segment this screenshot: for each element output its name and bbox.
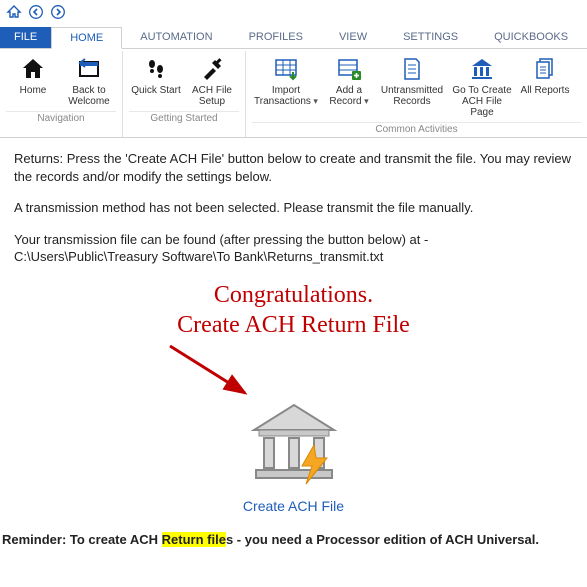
tools-icon (199, 55, 225, 83)
reminder-pre: Reminder: To create ACH (2, 532, 162, 547)
stacked-docs-icon (532, 55, 558, 83)
congrats-annotation: Congratulations. Create ACH Return File (0, 280, 587, 400)
ribbon-group-common: Import Transactions Add a Record Untrans… (246, 51, 587, 137)
ribbon-label: Untransmitted Records (380, 85, 444, 107)
tab-automation[interactable]: AUTOMATION (122, 27, 230, 48)
ribbon-group-label: Common Activities (252, 122, 581, 135)
instruction-para-3: Your transmission file can be found (aft… (14, 231, 573, 266)
ribbon-quick-start-button[interactable]: Quick Start (129, 53, 183, 109)
ribbon-label: Go To Create ACH File Page (450, 85, 514, 118)
congrats-line1: Congratulations. (0, 280, 587, 310)
ribbon-add-record-button[interactable]: Add a Record (322, 53, 376, 120)
tab-file[interactable]: FILE (0, 27, 51, 48)
ribbon: Home Back to Welcome Navigation Quick St… (0, 49, 587, 138)
add-record-icon (336, 55, 362, 83)
reminder-note: Reminder: To create ACH Return files - y… (0, 528, 587, 553)
bank-icon (469, 55, 495, 83)
ribbon-home-button[interactable]: Home (6, 53, 60, 109)
ribbon-group-navigation: Home Back to Welcome Navigation (0, 51, 123, 137)
quick-access-toolbar (0, 0, 587, 27)
instruction-para-2: A transmission method has not been selec… (14, 199, 573, 217)
forward-icon[interactable] (50, 4, 66, 23)
home-icon[interactable] (6, 4, 22, 23)
house-icon (20, 55, 46, 83)
congrats-line2: Create ACH Return File (0, 310, 587, 340)
arrow-icon (150, 338, 350, 408)
tab-quickbooks[interactable]: QUICKBOOKS (476, 27, 586, 48)
ribbon-label: All Reports (521, 85, 570, 96)
ribbon-label: Import Transactions (254, 85, 318, 107)
ribbon-group-label: Navigation (6, 111, 116, 124)
ribbon-label: Add a Record (324, 85, 374, 107)
ribbon-label: Quick Start (131, 85, 180, 96)
ribbon-ach-setup-button[interactable]: ACH File Setup (185, 53, 239, 109)
tab-view[interactable]: VIEW (321, 27, 385, 48)
footsteps-icon (143, 55, 169, 83)
reminder-highlight: Return file (162, 532, 226, 547)
ribbon-goto-create-button[interactable]: Go To Create ACH File Page (448, 53, 516, 120)
tab-home[interactable]: HOME (51, 27, 122, 49)
create-ach-file-button[interactable]: Create ACH File (204, 400, 384, 514)
tab-profiles[interactable]: PROFILES (231, 27, 321, 48)
grid-import-icon (273, 55, 299, 83)
ribbon-group-label: Getting Started (129, 111, 239, 124)
document-lines-icon (399, 55, 425, 83)
ribbon-all-reports-button[interactable]: All Reports (518, 53, 572, 120)
ribbon-back-button[interactable]: Back to Welcome (62, 53, 116, 109)
back-welcome-icon (76, 55, 102, 83)
ribbon-group-getting-started: Quick Start ACH File Setup Getting Start… (123, 51, 246, 137)
ribbon-untransmitted-button[interactable]: Untransmitted Records (378, 53, 446, 120)
tab-strip: FILE HOME AUTOMATION PROFILES VIEW SETTI… (0, 27, 587, 49)
instruction-block: Returns: Press the 'Create ACH File' but… (0, 138, 587, 266)
ribbon-label: ACH File Setup (187, 85, 237, 107)
ribbon-label: Back to Welcome (64, 85, 114, 107)
tab-settings[interactable]: SETTINGS (385, 27, 476, 48)
ribbon-label: Home (20, 85, 47, 96)
instruction-para-1: Returns: Press the 'Create ACH File' but… (14, 150, 573, 185)
reminder-post: s - you need a Processor edition of ACH … (226, 532, 539, 547)
back-icon[interactable] (28, 4, 44, 23)
create-ach-file-caption: Create ACH File (243, 498, 344, 514)
bank-lightning-icon (244, 400, 344, 488)
ribbon-import-button[interactable]: Import Transactions (252, 53, 320, 120)
